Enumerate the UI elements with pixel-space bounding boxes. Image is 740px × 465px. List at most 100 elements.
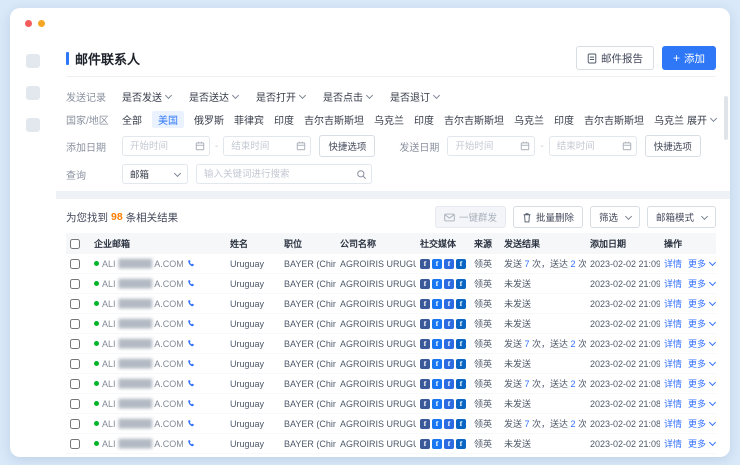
detail-link[interactable]: 详情 — [664, 317, 682, 330]
add-date-quick-options-button[interactable]: 快捷选项 — [319, 135, 375, 157]
bulk-send-button[interactable]: 一键群发 — [435, 206, 506, 228]
email-cell[interactable]: ALI ███████ A.COM — [94, 359, 222, 369]
facebook-icon[interactable]: f — [420, 359, 430, 369]
send-filter-dropdown[interactable]: 是否打开 — [256, 89, 305, 104]
detail-link[interactable]: 详情 — [664, 397, 682, 410]
facebook-icon[interactable]: f — [456, 419, 466, 429]
phone-icon[interactable] — [187, 439, 196, 448]
country-item[interactable]: 印度 — [274, 112, 294, 127]
window-minimize-dot[interactable] — [38, 20, 45, 27]
facebook-icon[interactable]: f — [420, 319, 430, 329]
country-item[interactable]: 菲律宾 — [234, 112, 264, 127]
facebook-icon[interactable]: f — [456, 319, 466, 329]
row-checkbox[interactable] — [70, 299, 80, 309]
facebook-icon[interactable]: f — [432, 439, 442, 449]
facebook-icon[interactable]: f — [456, 359, 466, 369]
bulk-delete-button[interactable]: 批量删除 — [513, 206, 583, 228]
send-date-quick-options-button[interactable]: 快捷选项 — [645, 135, 701, 157]
detail-link[interactable]: 详情 — [664, 357, 682, 370]
facebook-icon[interactable]: f — [444, 439, 454, 449]
sidebar-menu-icon-1[interactable] — [26, 54, 40, 68]
phone-icon[interactable] — [187, 379, 196, 388]
detail-link[interactable]: 详情 — [664, 377, 682, 390]
country-item[interactable]: 印度 — [414, 112, 434, 127]
phone-icon[interactable] — [187, 259, 196, 268]
phone-icon[interactable] — [187, 399, 196, 408]
send-filter-dropdown[interactable]: 是否发送 — [122, 89, 171, 104]
country-item[interactable]: 乌克兰 — [514, 112, 544, 127]
email-cell[interactable]: ALI ███████ A.COM — [94, 279, 222, 289]
facebook-icon[interactable]: f — [432, 279, 442, 289]
phone-icon[interactable] — [187, 299, 196, 308]
more-dropdown[interactable]: 更多 — [688, 257, 715, 270]
facebook-icon[interactable]: f — [456, 259, 466, 269]
detail-link[interactable]: 详情 — [664, 257, 682, 270]
scrollbar-thumb[interactable] — [724, 96, 728, 140]
country-item[interactable]: 吉尔吉斯斯坦 — [584, 112, 644, 127]
mailbox-mode-dropdown-button[interactable]: 邮箱模式 — [647, 206, 716, 228]
email-cell[interactable]: ALI ███████ A.COM — [94, 319, 222, 329]
country-item[interactable]: 吉尔吉斯斯坦 — [304, 112, 364, 127]
facebook-icon[interactable]: f — [432, 359, 442, 369]
row-checkbox[interactable] — [70, 419, 80, 429]
detail-link[interactable]: 详情 — [664, 417, 682, 430]
more-dropdown[interactable]: 更多 — [688, 297, 715, 310]
country-item[interactable]: 印度 — [554, 112, 574, 127]
facebook-icon[interactable]: f — [444, 419, 454, 429]
add-date-end-input[interactable] — [223, 136, 311, 156]
facebook-icon[interactable]: f — [432, 419, 442, 429]
facebook-icon[interactable]: f — [444, 379, 454, 389]
add-button[interactable]: + 添加 — [662, 46, 716, 70]
email-cell[interactable]: ALI ███████ A.COM — [94, 339, 222, 349]
facebook-icon[interactable]: f — [444, 279, 454, 289]
row-checkbox[interactable] — [70, 379, 80, 389]
sidebar-menu-icon-2[interactable] — [26, 86, 40, 100]
facebook-icon[interactable]: f — [444, 299, 454, 309]
email-cell[interactable]: ALI ███████ A.COM — [94, 259, 222, 269]
facebook-icon[interactable]: f — [456, 439, 466, 449]
facebook-icon[interactable]: f — [456, 399, 466, 409]
facebook-icon[interactable]: f — [456, 339, 466, 349]
facebook-icon[interactable]: f — [420, 419, 430, 429]
send-date-end-input[interactable] — [549, 136, 637, 156]
more-dropdown[interactable]: 更多 — [688, 377, 715, 390]
facebook-icon[interactable]: f — [420, 439, 430, 449]
more-dropdown[interactable]: 更多 — [688, 277, 715, 290]
window-close-dot[interactable] — [25, 20, 32, 27]
email-cell[interactable]: ALI ███████ A.COM — [94, 379, 222, 389]
facebook-icon[interactable]: f — [420, 339, 430, 349]
country-item[interactable]: 俄罗斯 — [194, 112, 224, 127]
facebook-icon[interactable]: f — [456, 279, 466, 289]
phone-icon[interactable] — [187, 359, 196, 368]
row-checkbox[interactable] — [70, 319, 80, 329]
search-input[interactable] — [196, 164, 372, 184]
phone-icon[interactable] — [187, 279, 196, 288]
phone-icon[interactable] — [187, 419, 196, 428]
country-item[interactable]: 乌克兰 — [374, 112, 404, 127]
row-checkbox[interactable] — [70, 339, 80, 349]
detail-link[interactable]: 详情 — [664, 437, 682, 450]
country-item[interactable]: 吉尔吉斯斯坦 — [444, 112, 504, 127]
add-date-start-input[interactable] — [122, 136, 210, 156]
filter-dropdown-button[interactable]: 筛选 — [590, 206, 640, 228]
mail-report-button[interactable]: 邮件报告 — [576, 46, 654, 70]
row-checkbox[interactable] — [70, 279, 80, 289]
phone-icon[interactable] — [187, 339, 196, 348]
send-date-start-input[interactable] — [447, 136, 535, 156]
select-all-checkbox[interactable] — [70, 239, 80, 249]
phone-icon[interactable] — [187, 319, 196, 328]
detail-link[interactable]: 详情 — [664, 297, 682, 310]
country-item[interactable]: 美国 — [152, 111, 184, 128]
row-checkbox[interactable] — [70, 359, 80, 369]
email-cell[interactable]: ALI ███████ A.COM — [94, 399, 222, 409]
facebook-icon[interactable]: f — [420, 379, 430, 389]
facebook-icon[interactable]: f — [444, 319, 454, 329]
sidebar-menu-icon-3[interactable] — [26, 118, 40, 132]
email-cell[interactable]: ALI ███████ A.COM — [94, 439, 222, 449]
detail-link[interactable]: 详情 — [664, 277, 682, 290]
facebook-icon[interactable]: f — [432, 399, 442, 409]
email-cell[interactable]: ALI ███████ A.COM — [94, 299, 222, 309]
country-item[interactable]: 乌克兰 — [654, 112, 684, 127]
send-filter-dropdown[interactable]: 是否退订 — [390, 89, 439, 104]
country-item[interactable]: 全部 — [122, 112, 142, 127]
